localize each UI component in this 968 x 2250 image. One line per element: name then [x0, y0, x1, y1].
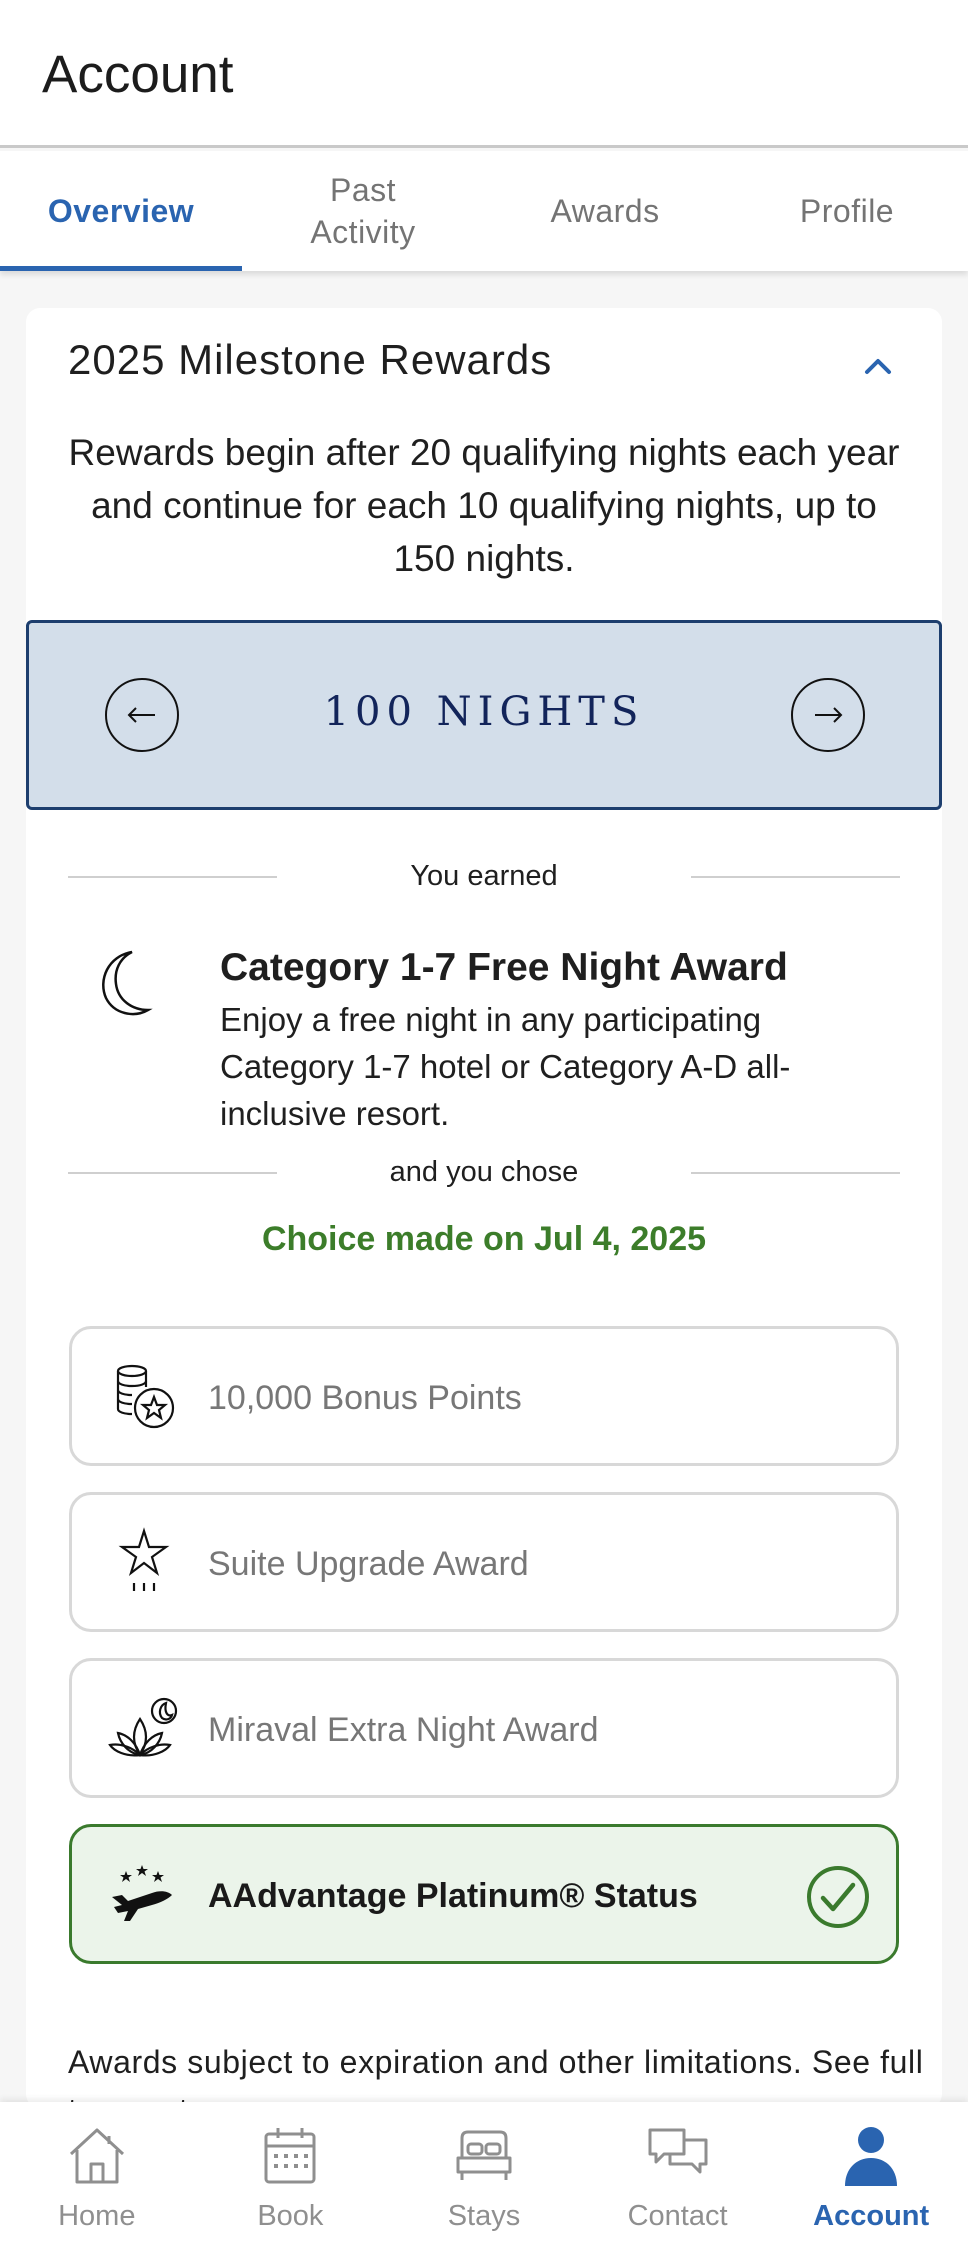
milestone-rewards-card: 2025 Milestone Rewards Rewards begin aft… — [26, 308, 942, 2128]
option-suite-upgrade[interactable]: Suite Upgrade Award — [69, 1492, 899, 1632]
option-label: Suite Upgrade Award — [208, 1545, 529, 1583]
option-label: Miraval Extra Night Award — [208, 1711, 599, 1749]
nav-label: Account — [813, 2200, 930, 2232]
nav-label: Book — [257, 2200, 324, 2232]
nav-home[interactable]: Home — [0, 2102, 194, 2250]
you-chose-divider: and you chose — [68, 1156, 900, 1189]
calendar-icon — [264, 2128, 316, 2184]
and-you-chose-label: and you chose — [389, 1156, 579, 1188]
divider-line — [68, 875, 277, 878]
earned-award: Category 1-7 Free Night Award Enjoy a fr… — [68, 936, 900, 1132]
bottom-navigation: Home Book Stays Contact Account — [0, 2102, 968, 2250]
tab-overview[interactable]: Overview — [0, 151, 242, 271]
chat-icon — [648, 2128, 708, 2174]
nav-label: Home — [58, 2200, 136, 2232]
nav-stays[interactable]: Stays — [387, 2102, 581, 2250]
moon-icon — [102, 950, 153, 1016]
arrow-right-icon — [815, 707, 843, 723]
choice-date: Choice made on Jul 4, 2025 — [261, 1220, 707, 1258]
divider-line — [691, 875, 900, 878]
next-milestone-button[interactable] — [791, 678, 865, 752]
nav-label: Contact — [627, 2200, 728, 2232]
tab-bar: Overview Past Activity Awards Profile — [0, 151, 968, 271]
nav-account[interactable]: Account — [774, 2102, 968, 2250]
option-aadvantage-platinum[interactable]: AAdvantage Platinum® Status — [69, 1824, 899, 1964]
tab-past-activity[interactable]: Past Activity — [242, 151, 484, 271]
lotus-moon-icon — [108, 1697, 178, 1757]
divider-line — [68, 1171, 277, 1174]
milestone-intro: Rewards begin after 20 qualifying nights… — [68, 432, 900, 579]
option-label: AAdvantage Platinum® Status — [208, 1877, 698, 1915]
person-icon — [845, 2127, 898, 2186]
nav-contact[interactable]: Contact — [581, 2102, 775, 2250]
airplane-stars-icon — [112, 1865, 172, 1921]
bed-icon — [456, 2130, 512, 2180]
option-label: 10,000 Bonus Points — [208, 1379, 522, 1417]
earned-award-title: Category 1-7 Free Night Award — [220, 946, 788, 989]
option-bonus-points[interactable]: 10,000 Bonus Points — [69, 1326, 899, 1466]
you-earned-divider: You earned — [68, 860, 900, 893]
tab-past-activity-label: Past Activity — [310, 172, 416, 250]
tab-profile[interactable]: Profile — [726, 151, 968, 271]
divider-line — [691, 1171, 900, 1174]
coins-star-icon — [116, 1364, 175, 1429]
check-circle-icon — [807, 1866, 869, 1928]
nights-selector: 100 NIGHTS — [26, 620, 942, 810]
app-header: Account — [0, 0, 968, 148]
option-miraval-night[interactable]: Miraval Extra Night Award — [69, 1658, 899, 1798]
chevron-up-icon[interactable] — [864, 352, 892, 380]
page-title: Account — [42, 45, 234, 104]
star-icon — [118, 1527, 170, 1591]
nav-label: Stays — [447, 2200, 521, 2232]
you-earned-label: You earned — [410, 860, 558, 892]
milestone-title: 2025 Milestone Rewards — [68, 336, 553, 383]
nav-book[interactable]: Book — [194, 2102, 388, 2250]
earned-award-description: Enjoy a free night in any participating … — [220, 1001, 791, 1132]
home-icon — [69, 2128, 124, 2184]
tab-awards[interactable]: Awards — [484, 151, 726, 271]
